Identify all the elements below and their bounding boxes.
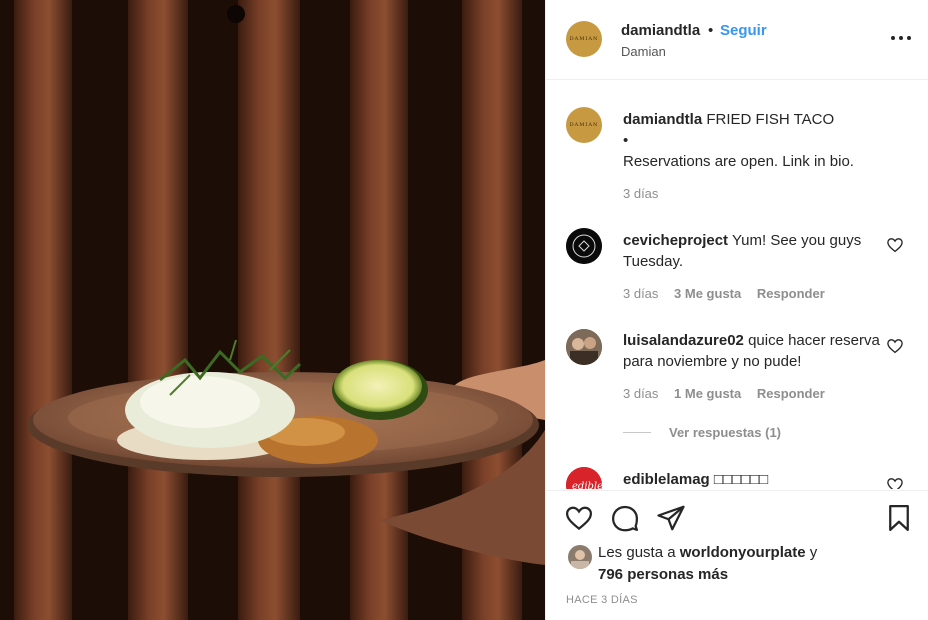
comment-avatar-ediblelamag[interactable]: edible <box>566 467 602 489</box>
bookmark-icon[interactable] <box>884 503 914 533</box>
comment-likes-count[interactable]: 3 Me gusta <box>674 286 741 301</box>
comment-like-heart-icon[interactable] <box>886 476 904 489</box>
caption-line2: Reservations are open. Link in bio. <box>623 153 854 170</box>
comment-time[interactable]: 3 días <box>623 386 658 401</box>
more-icon[interactable] <box>886 28 916 48</box>
reply-button[interactable]: Responder <box>757 386 825 401</box>
comment-meta: 3 días 1 Me gusta Responder <box>623 386 825 401</box>
separator-dot: • <box>708 22 714 39</box>
author-username[interactable]: damiandtla <box>621 22 700 39</box>
post-header: DAMIAN damiandtla • Seguir Damian <box>546 0 928 80</box>
comment-time[interactable]: 3 días <box>623 286 658 301</box>
likes-suffix: y <box>809 544 818 561</box>
cevicheproject-logo <box>566 228 602 264</box>
author-avatar-logo: DAMIAN <box>569 36 599 42</box>
location-label[interactable]: Damian <box>621 44 666 59</box>
post-actions: Les gusta a worldonyourplate y 796 perso… <box>546 490 928 620</box>
svg-text:edible: edible <box>572 481 602 489</box>
view-replies-button[interactable]: Ver respuestas (1) <box>623 425 781 440</box>
caption-meta: 3 días <box>623 186 658 201</box>
liker-username[interactable]: worldonyourplate <box>680 544 806 561</box>
caption-text: damiandtla FRIED FISH TACO • Reservation… <box>623 109 893 172</box>
comment-likes-count[interactable]: 1 Me gusta <box>674 386 741 401</box>
heart-icon[interactable] <box>564 503 594 533</box>
comment-avatar-luisalandazure02[interactable] <box>566 329 602 365</box>
likes-others[interactable]: 796 personas más <box>598 566 728 583</box>
reply-button[interactable]: Responder <box>757 286 825 301</box>
comment-meta: 3 días 3 Me gusta Responder <box>623 286 825 301</box>
likes-others-count[interactable]: 796 personas más <box>598 566 728 583</box>
replies-divider <box>623 432 651 433</box>
comments-list[interactable]: DAMIAN damiandtla FRIED FISH TACO • Rese… <box>546 81 928 489</box>
comment-icon[interactable] <box>610 503 640 533</box>
comment-body: □□□□□□ <box>713 471 769 488</box>
caption-bullet: • <box>623 132 629 149</box>
comment-text: cevicheproject Yum! See you guys Tuesday… <box>623 230 893 272</box>
caption-avatar-logo: DAMIAN <box>569 122 599 128</box>
author-avatar[interactable]: DAMIAN <box>566 21 602 57</box>
caption-username[interactable]: damiandtla <box>623 111 702 128</box>
follow-button[interactable]: Seguir <box>720 22 767 39</box>
post-panel: DAMIAN damiandtla • Seguir Damian DAMIAN… <box>545 0 928 620</box>
ediblelamag-logo: edible <box>566 467 602 489</box>
fish-taco-photo <box>0 0 545 620</box>
comment-username[interactable]: luisalandazure02 <box>623 332 744 349</box>
post-photo[interactable] <box>0 0 545 620</box>
comment-like-heart-icon[interactable] <box>886 236 904 254</box>
likes-prefix: Les gusta a <box>598 544 676 561</box>
share-icon[interactable] <box>656 503 686 533</box>
liker-photo <box>568 545 592 569</box>
comment-avatar-cevicheproject[interactable] <box>566 228 602 264</box>
comment-like-heart-icon[interactable] <box>886 337 904 355</box>
caption-avatar[interactable]: DAMIAN <box>566 107 602 143</box>
post-date[interactable]: HACE 3 DÍAS <box>566 594 638 606</box>
comment-text: ediblelamag □□□□□□ <box>623 469 893 489</box>
caption-title: FRIED FISH TACO <box>706 111 835 128</box>
caption-time[interactable]: 3 días <box>623 186 658 201</box>
luisalandazure02-photo <box>566 329 602 365</box>
comment-text: luisalandazure02 quice hacer reserva par… <box>623 330 893 372</box>
liker-avatar[interactable] <box>568 545 592 569</box>
comment-username[interactable]: ediblelamag <box>623 471 710 488</box>
comment-username[interactable]: cevicheproject <box>623 232 728 249</box>
view-replies-label: Ver respuestas (1) <box>669 425 782 440</box>
likes-summary: Les gusta a worldonyourplate y <box>598 544 817 561</box>
